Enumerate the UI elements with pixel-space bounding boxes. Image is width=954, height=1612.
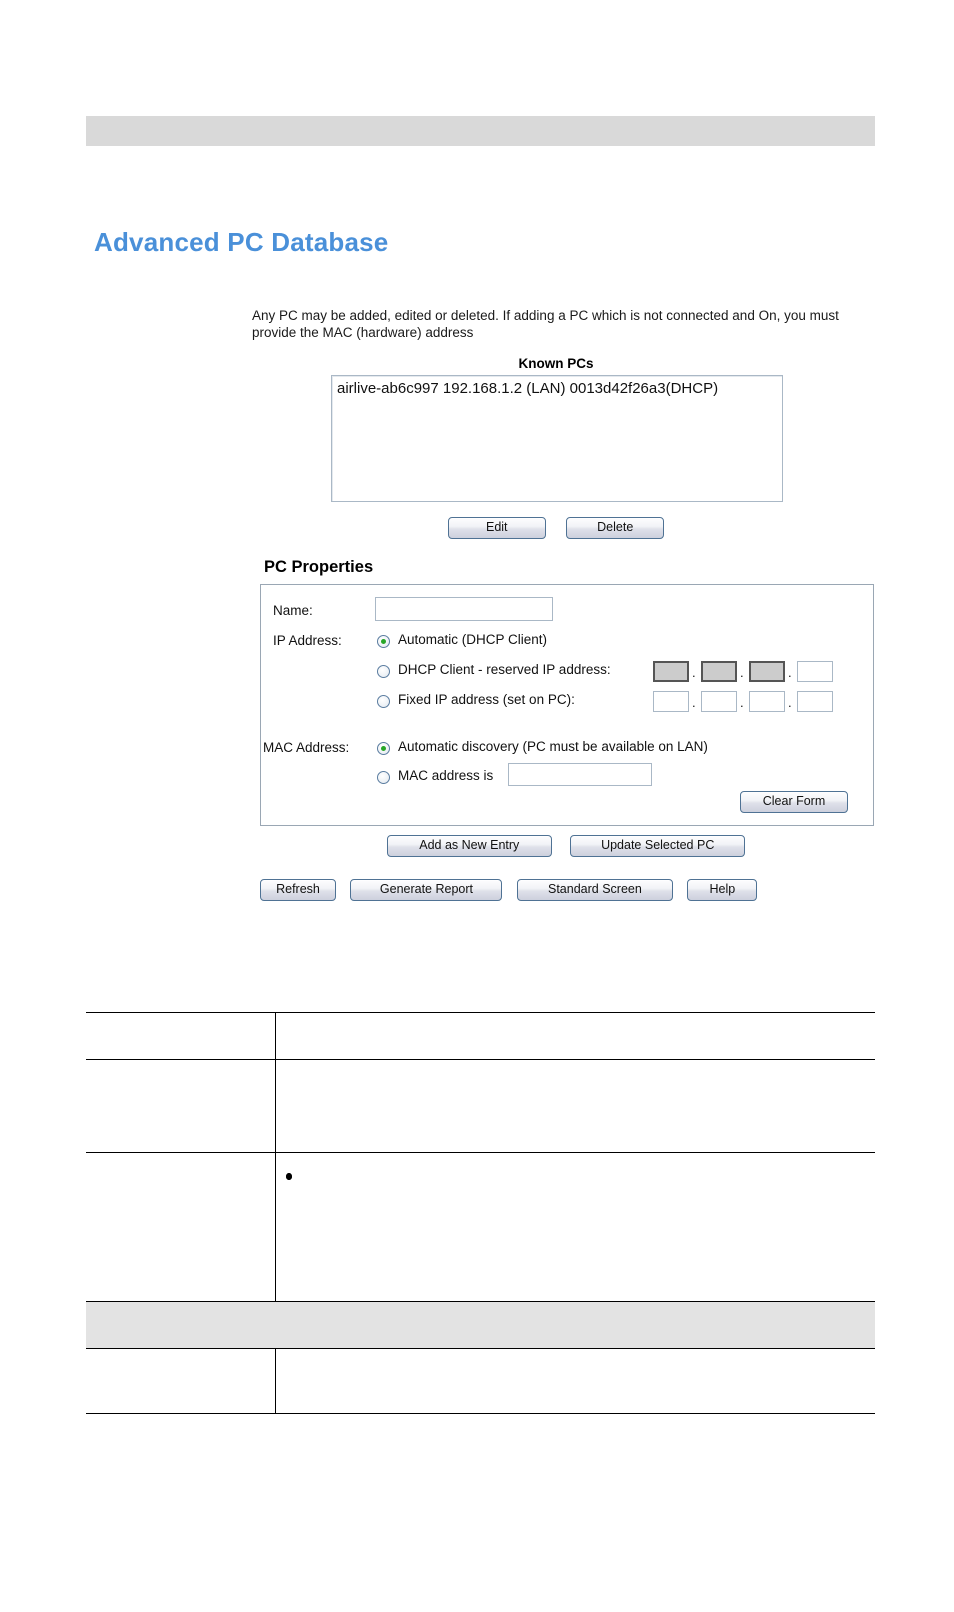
radio-ip-dhcp-reserved-label: DHCP Client - reserved IP address: (398, 662, 611, 677)
octet-separator: . (692, 695, 696, 710)
known-pcs-label: Known PCs (518, 356, 594, 371)
table-section-header-cell (86, 1301, 875, 1349)
edit-button[interactable]: Edit (447, 517, 546, 539)
page-actions-row: Refresh Generate Report Standard Screen … (260, 879, 954, 901)
radio-ip-automatic[interactable] (377, 635, 390, 648)
name-input[interactable] (375, 597, 553, 621)
table-cell-label (86, 1012, 276, 1060)
fixed-ip-octet-1[interactable] (653, 691, 689, 712)
clear-form-button[interactable]: Clear Form (740, 791, 848, 813)
data-description-table (86, 1012, 875, 1414)
list-actions-row: Edit Delete (331, 517, 781, 539)
radio-mac-manual-label: MAC address is (398, 768, 494, 783)
reserved-ip-octet-4[interactable] (797, 661, 833, 682)
ip-address-label: IP Address: (273, 633, 342, 648)
radio-mac-automatic[interactable] (377, 742, 390, 755)
standard-screen-button[interactable]: Standard Screen (516, 879, 673, 901)
known-pcs-listbox[interactable]: airlive-ab6c997 192.168.1.2 (LAN) 0013d4… (331, 375, 783, 502)
table-cell-description (275, 1059, 875, 1153)
table-row (86, 1012, 875, 1060)
reserved-ip-octet-1[interactable] (653, 661, 689, 682)
table-cell-label (86, 1152, 276, 1302)
table-row (86, 1152, 875, 1302)
entry-actions-row: Add as New Entry Update Selected PC (260, 835, 872, 857)
intro-text: Any PC may be added, edited or deleted. … (252, 308, 839, 340)
refresh-button[interactable]: Refresh (260, 879, 336, 901)
fixed-ip-octet-3[interactable] (749, 691, 785, 712)
table-cell-label (86, 1059, 276, 1153)
radio-mac-manual[interactable] (377, 771, 390, 784)
mac-address-label: MAC Address: (263, 740, 350, 755)
radio-mac-automatic-label: Automatic discovery (PC must be availabl… (398, 739, 708, 754)
table-row (86, 1348, 875, 1414)
mac-address-input[interactable] (508, 763, 652, 786)
generate-report-button[interactable]: Generate Report (350, 879, 503, 901)
pc-properties-fieldset: Name: IP Address: Automatic (DHCP Client… (260, 584, 874, 826)
router-config-panel: Advanced PC Database Any PC may be added… (86, 155, 875, 943)
fixed-ip-octet-4[interactable] (797, 691, 833, 712)
octet-separator: . (788, 695, 792, 710)
radio-ip-dhcp-reserved[interactable] (377, 665, 390, 678)
octet-separator: . (740, 695, 744, 710)
add-as-new-entry-button[interactable]: Add as New Entry (386, 835, 552, 857)
update-selected-pc-button[interactable]: Update Selected PC (570, 835, 746, 857)
radio-ip-fixed[interactable] (377, 695, 390, 708)
reserved-ip-octet-2[interactable] (701, 661, 737, 682)
octet-separator: . (788, 665, 792, 680)
help-button[interactable]: Help (687, 879, 758, 901)
octet-separator: . (692, 665, 696, 680)
reserved-ip-octet-3[interactable] (749, 661, 785, 682)
list-item[interactable]: airlive-ab6c997 192.168.1.2 (LAN) 0013d4… (332, 376, 782, 398)
fixed-ip-octet-2[interactable] (701, 691, 737, 712)
table-cell-label (86, 1348, 276, 1414)
document-page: Advanced PC Database Any PC may be added… (0, 0, 954, 1612)
radio-ip-automatic-label: Automatic (DHCP Client) (398, 632, 548, 647)
pc-properties-title: PC Properties (264, 558, 374, 576)
table-row (86, 1059, 875, 1153)
table-cell-description (275, 1152, 875, 1302)
table-cell-description (275, 1012, 875, 1060)
delete-button[interactable]: Delete (566, 517, 665, 539)
radio-ip-fixed-label: Fixed IP address (set on PC): (398, 692, 575, 707)
octet-separator: . (740, 665, 744, 680)
name-label: Name: (273, 603, 313, 618)
page-title: Advanced PC Database (94, 227, 389, 257)
table-cell-description (275, 1348, 875, 1414)
table-section-header-row (86, 1301, 875, 1349)
page-header-bar (86, 116, 875, 146)
